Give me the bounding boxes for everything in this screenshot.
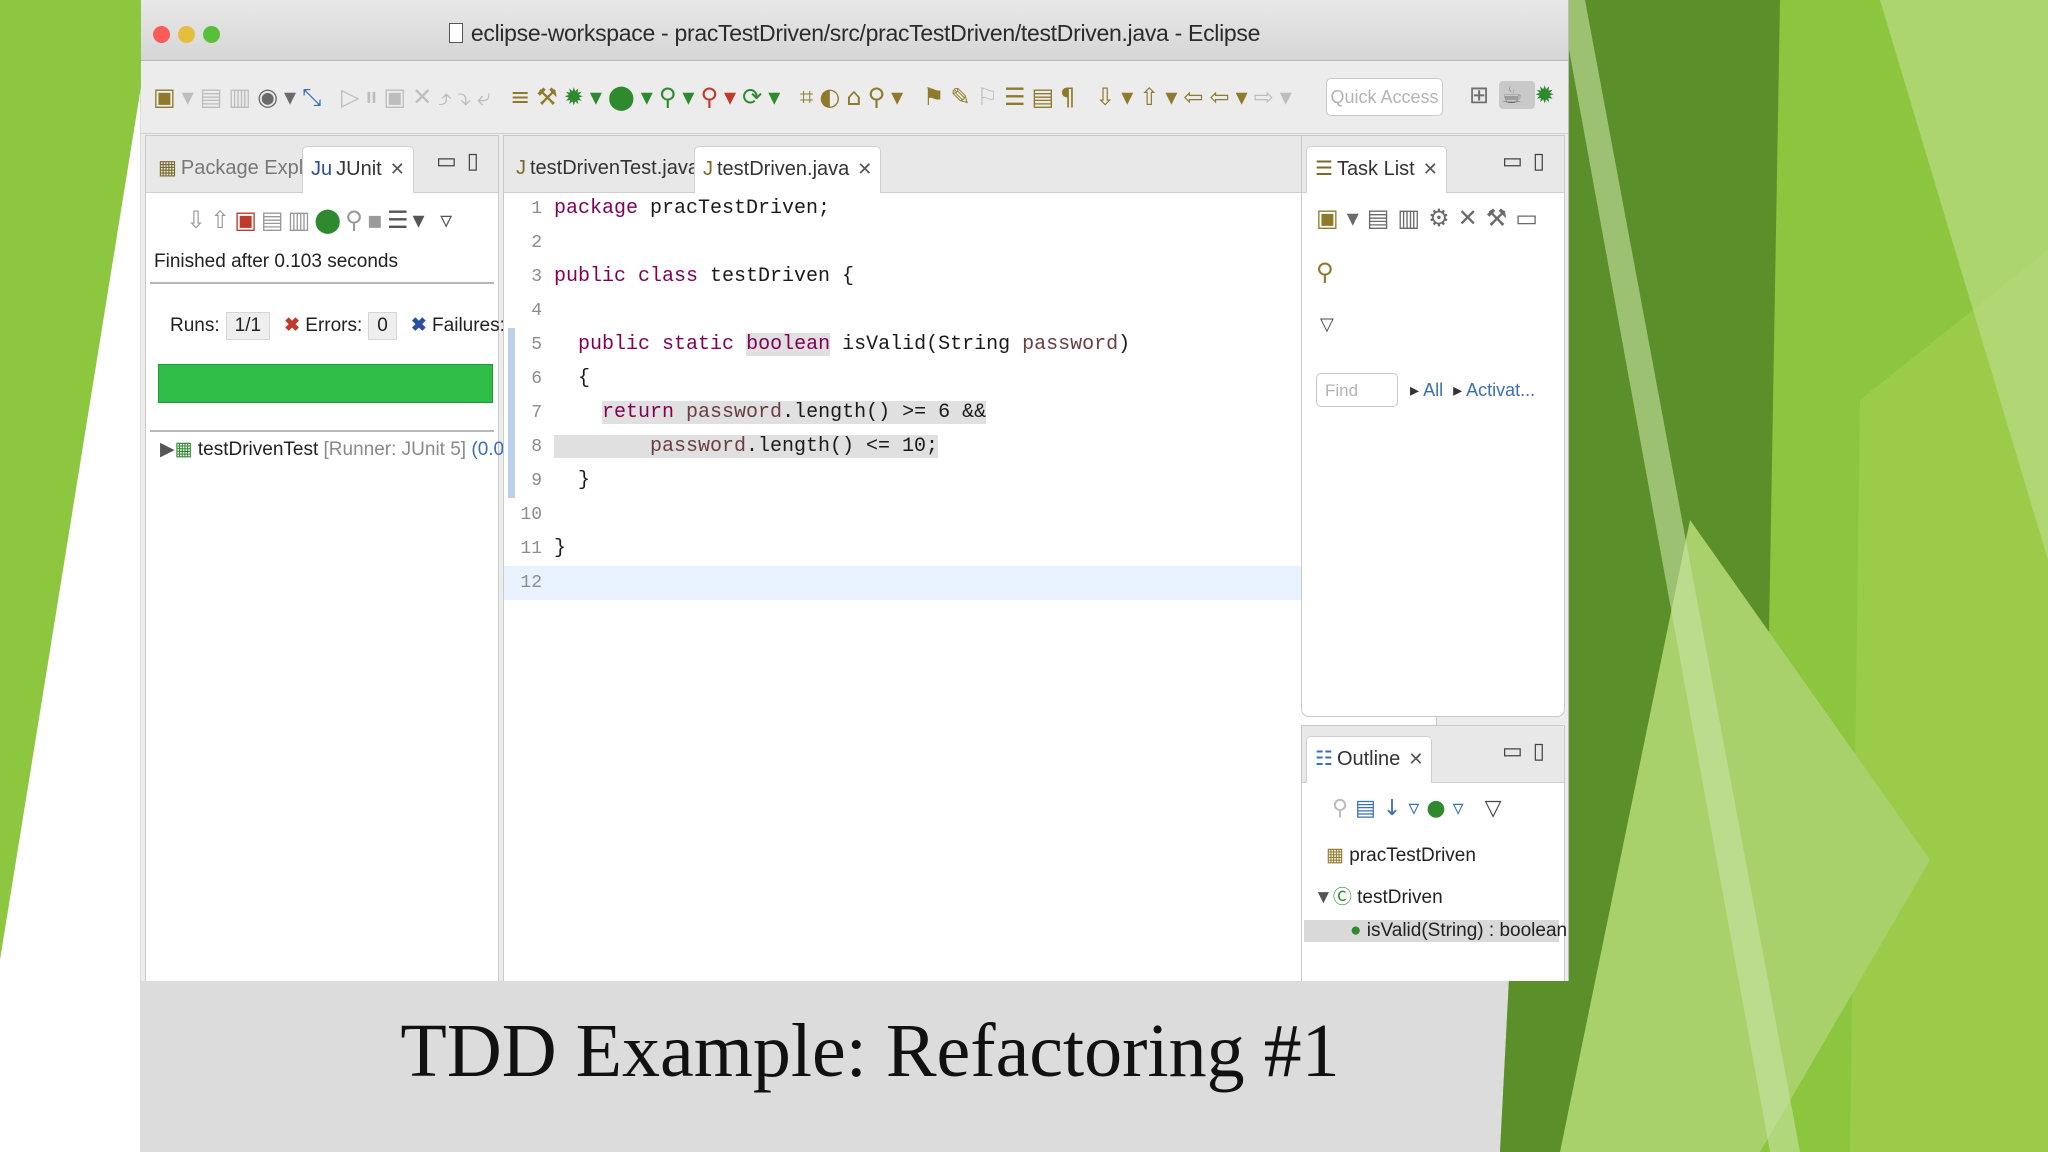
outline-minmax-buttons[interactable]: ▭▯ [1502, 738, 1555, 764]
task-find-input[interactable]: Find [1316, 373, 1398, 407]
quick-access-field[interactable]: Quick Access [1326, 78, 1443, 116]
test-class-icon: ▦ [174, 439, 193, 460]
run-counters: Runs:1/1✖ Errors:0✖ Failures:0 [170, 312, 553, 340]
toolbar-icons[interactable]: ▣▾▤▥◉▾⤡ ▷⏸▣✕⤴⤵⤶ ≡⚒✹▾⬤▾⚲▾⚲▾⟳▾ ⌗◐⌂⚲▾ ⚑✎⚐☰▤… [153, 83, 1298, 111]
package-explorer-icon: ▦ [158, 157, 177, 179]
java-file-icon: J [703, 158, 713, 180]
task-filters: ▸ All ▸ Activat... [1410, 380, 1535, 401]
code-line: return password.length() >= 6 && [602, 401, 987, 424]
code-line: public static boolean isValid(String pas… [578, 333, 1131, 356]
junit-panel: ▦ Package Explorer Ju JUnit ✕ ▭▯ ⇩⇧▣▤▥⬤⚲▪☰▾… [145, 135, 546, 981]
junit-tabbar: ▦ Package Explorer Ju JUnit ✕ ▭▯ [146, 136, 498, 193]
line-number: 5 [531, 335, 542, 355]
arrow-icon: ▸ [1410, 380, 1420, 400]
run-status-text: Finished after 0.103 seconds [154, 251, 398, 272]
outline-method-item[interactable]: ● isValid(String) : boolean [1304, 920, 1567, 942]
test-tree-row[interactable]: ▶▦ testDrivenTest [Runner: JUnit 5] (0.0… [160, 438, 546, 461]
code-line: } [554, 469, 591, 492]
line-number: 2 [531, 233, 542, 253]
java-file-icon: J [516, 157, 526, 179]
line-number: 11 [520, 539, 542, 559]
filter-all-link[interactable]: All [1423, 380, 1443, 400]
junit-toolbar-icons[interactable]: ⇩⇧▣▤▥⬤⚲▪☰▾ ▿ [186, 206, 456, 234]
editor-tabbar: JtestDrivenTest.java JtestDriven.java✕ ▭… [504, 136, 1436, 193]
line-number: 10 [520, 505, 542, 525]
task-list-minmax-buttons[interactable]: ▭▯ [1502, 148, 1555, 174]
error-icon: ✖ [284, 315, 300, 336]
line-number: 9 [531, 471, 542, 491]
line-number: 4 [531, 301, 542, 321]
code-line: package pracTestDriven; [554, 197, 831, 220]
divider [150, 282, 494, 284]
tab-testDriven-java[interactable]: JtestDriven.java ✕ [694, 146, 882, 193]
title-bar: eclipse-workspace - pracTestDriven/src/p… [141, 0, 1568, 61]
outline-panel: ☷ Outline ✕ ▭▯ ⚲▤↓▿●▿ ▽ ▦ pracTestDriven ▼… [1301, 725, 1567, 981]
expand-arrow-icon[interactable]: ▶ [160, 439, 175, 460]
code-line: public class testDriven { [554, 265, 855, 288]
task-context-icon[interactable]: ⚲ [1316, 258, 1334, 286]
outline-package-item[interactable]: ▦ pracTestDriven [1326, 844, 1476, 867]
outline-toolbar-icons[interactable]: ⚲▤↓▿●▿ ▽ [1332, 796, 1509, 821]
close-icon[interactable]: ✕ [390, 159, 405, 179]
close-icon[interactable]: ✕ [1408, 749, 1423, 769]
outline-tabbar: ☷ Outline ✕ ▭▯ [1302, 726, 1564, 783]
line-number: 12 [520, 573, 542, 593]
task-list-icon: ☰ [1315, 158, 1333, 180]
task-list-panel: ☰ Task List ✕ ▭▯ ▣▾▤▥⚙✕⚒▭ ⚲ ▽ Find ▸ All ▸… [1301, 135, 1565, 717]
failure-icon: ✖ [410, 315, 427, 336]
line-number: 8 [531, 437, 542, 457]
code-editor[interactable]: 1 package pracTestDriven; 2 3 public class… [504, 192, 1436, 981]
line-number: 6 [531, 369, 542, 389]
code-line: } [554, 537, 567, 560]
test-progress-bar [158, 364, 493, 403]
editor-panel: JtestDrivenTest.java JtestDriven.java✕ ▭… [503, 135, 1437, 981]
collapse-arrow-icon[interactable]: ▼ [1314, 887, 1333, 908]
window-title: eclipse-workspace - pracTestDriven/src/p… [141, 20, 1568, 47]
slide-title: TDD Example: Refactoring #1 [400, 1009, 1340, 1093]
tab-junit[interactable]: Ju JUnit ✕ [302, 146, 414, 193]
view-menu-icon[interactable]: ▽ [1320, 314, 1334, 335]
perspective-switcher[interactable]: ⊞☕✹ [1469, 81, 1565, 109]
code-line: password.length() <= 10; [554, 430, 939, 464]
tab-testDrivenTest-java[interactable]: JtestDrivenTest.java [508, 146, 707, 192]
junit-icon: Ju [311, 158, 333, 180]
document-icon [448, 23, 463, 43]
main-toolbar: ▣▾▤▥◉▾⤡ ▷⏸▣✕⤴⤵⤶ ≡⚒✹▾⬤▾⚲▾⚲▾⟳▾ ⌗◐⌂⚲▾ ⚑✎⚐☰▤… [141, 61, 1568, 134]
line-number: 7 [531, 403, 542, 423]
close-icon[interactable]: ✕ [1423, 159, 1438, 179]
outline-class-item[interactable]: ▼Ⓒ testDriven [1314, 882, 1443, 909]
code-line: { [554, 367, 591, 390]
view-minmax-buttons[interactable]: ▭▯ [436, 148, 489, 174]
line-number: 3 [531, 267, 542, 287]
task-toolbar-icons[interactable]: ▣▾▤▥⚙✕⚒▭ [1316, 204, 1546, 232]
line-number: 1 [531, 199, 542, 219]
divider [150, 430, 494, 432]
tab-task-list[interactable]: ☰ Task List ✕ [1306, 146, 1447, 193]
close-icon[interactable]: ✕ [857, 159, 872, 179]
outline-icon: ☷ [1315, 748, 1333, 770]
filter-activate-link[interactable]: Activat... [1466, 380, 1535, 400]
arrow-icon: ▸ [1453, 380, 1463, 400]
package-icon: ▦ [1326, 845, 1344, 866]
task-list-tabbar: ☰ Task List ✕ ▭▯ [1302, 136, 1564, 193]
eclipse-window: eclipse-workspace - pracTestDriven/src/p… [141, 0, 1569, 981]
tab-outline[interactable]: ☷ Outline ✕ [1306, 736, 1433, 783]
method-icon: ● [1350, 920, 1362, 941]
class-icon: Ⓒ [1332, 887, 1352, 908]
